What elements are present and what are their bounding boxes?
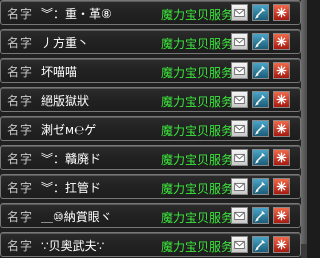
player-name: ︾：重・革⑧ (41, 7, 112, 21)
close-icon[interactable] (273, 4, 290, 21)
player-name: ︾：贛廃ド (41, 152, 102, 166)
close-icon[interactable] (273, 33, 290, 50)
player-name: ︾：扛管ド (41, 181, 102, 195)
name-label: 名字 (7, 36, 34, 50)
close-icon[interactable] (273, 236, 290, 253)
close-icon[interactable] (273, 149, 290, 166)
player-name: 溂ゼм℮ゲ (41, 123, 97, 137)
name-label: 名字 (7, 152, 34, 166)
mail-icon[interactable] (231, 4, 248, 21)
tool-icon[interactable] (252, 207, 269, 224)
name-label: 名字 (7, 210, 34, 224)
mail-icon[interactable] (231, 149, 248, 166)
name-label: 名字 (7, 65, 34, 79)
tool-icon[interactable] (252, 91, 269, 108)
list-item[interactable]: 名字 絕版獄狀 魔力宝贝服务器 (0, 87, 301, 112)
mail-icon[interactable] (231, 236, 248, 253)
player-name: ∵贝奥武夫∵ (41, 239, 105, 253)
tool-icon[interactable] (252, 33, 269, 50)
scrollbar[interactable] (301, 0, 307, 258)
name-label: 名字 (7, 7, 34, 21)
name-label: 名字 (7, 239, 34, 253)
close-icon[interactable] (273, 178, 290, 195)
tool-icon[interactable] (252, 178, 269, 195)
name-label: 名字 (7, 123, 34, 137)
player-name: ＿⑩納賞眼ヾ (41, 210, 112, 224)
mail-icon[interactable] (231, 207, 248, 224)
list-item[interactable]: 名字 ︾：扛管ド 魔力宝贝服务器 (0, 174, 301, 199)
list-item[interactable]: 名字 ︾：重・革⑧ 魔力宝贝服务器 (0, 0, 301, 25)
close-icon[interactable] (273, 120, 290, 137)
name-label: 名字 (7, 181, 34, 195)
list-item[interactable]: 名字 ＿⑩納賞眼ヾ 魔力宝贝服务器 (0, 203, 301, 228)
list-item[interactable]: 名字 ︾：贛廃ド 魔力宝贝服务器 (0, 145, 301, 170)
list-item[interactable]: 名字 丿方重丶 魔力宝贝服务器 (0, 29, 301, 54)
close-icon[interactable] (273, 62, 290, 79)
scroll-thumb[interactable] (301, 0, 307, 244)
mail-icon[interactable] (231, 62, 248, 79)
close-icon[interactable] (273, 207, 290, 224)
mail-icon[interactable] (231, 178, 248, 195)
close-icon[interactable] (273, 91, 290, 108)
tool-icon[interactable] (252, 62, 269, 79)
tool-icon[interactable] (252, 4, 269, 21)
tool-icon[interactable] (252, 120, 269, 137)
player-name: 丿方重丶 (41, 36, 90, 50)
player-name: 絕版獄狀 (41, 94, 90, 108)
player-name: 坏喵喵 (41, 65, 78, 79)
friend-list-panel: 名字 ︾：重・革⑧ 魔力宝贝服务器 名字 丿方重丶 魔力宝贝服务器 名字 坏喵喵… (0, 0, 307, 258)
list-item[interactable]: 名字 ∵贝奥武夫∵ 魔力宝贝服务器 (0, 232, 301, 257)
list-item[interactable]: 名字 溂ゼм℮ゲ 魔力宝贝服务器 (0, 116, 301, 141)
list-item[interactable]: 名字 坏喵喵 魔力宝贝服务器 (0, 58, 301, 83)
mail-icon[interactable] (231, 33, 248, 50)
mail-icon[interactable] (231, 91, 248, 108)
name-label: 名字 (7, 94, 34, 108)
mail-icon[interactable] (231, 120, 248, 137)
tool-icon[interactable] (252, 149, 269, 166)
tool-icon[interactable] (252, 236, 269, 253)
